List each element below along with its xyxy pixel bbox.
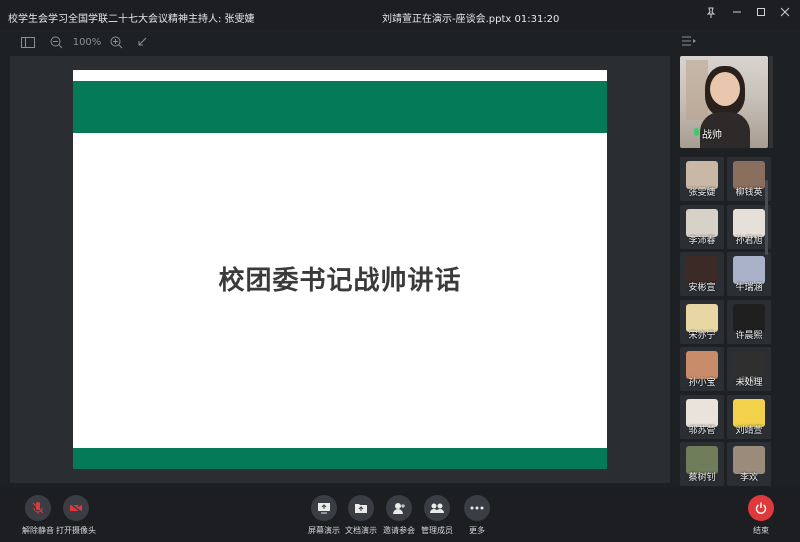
- camera-label: 打开摄像头: [56, 526, 96, 535]
- zoom-level: 100%: [72, 36, 102, 48]
- participant-tile[interactable]: 李欢: [727, 442, 771, 486]
- participant-name: 牛瑞涵: [735, 283, 763, 293]
- participant-tile[interactable]: 宋亦宁: [680, 299, 724, 344]
- participant-name: 李欢: [739, 473, 758, 483]
- presenting-status: 刘靖萱正在演示-座谈会.pptx 01:31:20: [382, 14, 560, 25]
- meeting-title: 校学生会学习全国学联二十七大会议精神: [8, 14, 188, 25]
- power-icon: [748, 495, 774, 521]
- participant-tile[interactable]: 邬苏菅: [680, 394, 724, 439]
- camera-off-icon: [63, 495, 89, 521]
- participant-name: 邬苏菅: [688, 425, 716, 436]
- slide-title: 校团委书记战帅讲话: [218, 266, 462, 296]
- collapse-list-icon[interactable]: [682, 36, 696, 49]
- participant-tile[interactable]: 移彤 未处理: [727, 347, 771, 391]
- zoom-out-icon[interactable]: [48, 34, 64, 50]
- speaker-name: 战帅: [702, 130, 722, 141]
- participant-panel: 战帅 张雯婕 柳钱英 李沛春 孙君旭 安彬宣 牛瑞涵 宋亦宁 许晨熙 孙小宝 移彤 未处理 邬苏菅 刘靖…: [676, 30, 800, 486]
- more-icon: [464, 495, 490, 521]
- pin-icon[interactable]: [702, 5, 720, 19]
- slide-bottom-band: [73, 448, 607, 469]
- participant-tile[interactable]: 刘靖萱: [727, 394, 771, 439]
- more-button[interactable]: 更多: [447, 495, 507, 536]
- participant-name: 蔡树钊: [688, 473, 716, 483]
- participant-name: 安彬宣: [688, 283, 716, 293]
- maximize-icon[interactable]: [752, 5, 770, 19]
- participant-name: 未处理: [735, 378, 763, 388]
- participant-tile[interactable]: 牛瑞涵: [727, 252, 771, 296]
- active-speaker-video[interactable]: 战帅: [680, 56, 768, 148]
- more-label: 更多: [469, 526, 485, 535]
- end-meeting-button[interactable]: 结束: [731, 495, 791, 536]
- slide-top-band: [73, 81, 607, 133]
- participant-tile[interactable]: 蔡树钊: [680, 442, 724, 486]
- bottom-bar: 解除静音 打开摄像头 屏幕演示 文档演示 邀请参会 管理成员 更多 结束: [0, 487, 800, 542]
- end-meeting-label: 结束: [753, 526, 769, 535]
- participant-name: 张雯婕: [688, 188, 716, 198]
- participant-tile[interactable]: 许晨熙: [727, 299, 771, 344]
- speaker-scrollbar[interactable]: [769, 56, 773, 148]
- title-bar: 校学生会学习全国学联二十七大会议精神 主持人: 张雯婕 刘靖萱正在演示-座谈会.…: [0, 0, 800, 30]
- participant-tile[interactable]: 孙小宝: [680, 347, 724, 391]
- camera-button[interactable]: 打开摄像头: [46, 495, 106, 536]
- participant-scrollbar[interactable]: [765, 180, 768, 255]
- participant-name: 孙小宝: [688, 378, 716, 388]
- minimize-icon[interactable]: [728, 5, 746, 19]
- participant-name: 李沛春: [688, 235, 716, 246]
- participant-tile[interactable]: 张雯婕: [680, 157, 724, 201]
- presentation-stage: 校团委书记战帅讲话: [10, 56, 670, 483]
- close-icon[interactable]: [776, 5, 794, 19]
- participant-tile[interactable]: 安彬宣: [680, 252, 724, 296]
- mic-active-icon: [694, 128, 699, 136]
- host-label: 主持人: 张雯婕: [188, 14, 255, 25]
- participant-name: 刘靖萱: [735, 425, 763, 436]
- participant-tile[interactable]: 李沛春: [680, 204, 724, 249]
- participant-name: 宋亦宁: [688, 330, 716, 341]
- exit-fullscreen-icon[interactable]: [134, 34, 150, 50]
- participant-name: 许晨熙: [735, 330, 763, 341]
- slide: 校团委书记战帅讲话: [73, 70, 607, 469]
- sidebar-toggle-icon[interactable]: [20, 34, 36, 50]
- zoom-in-icon[interactable]: [108, 34, 124, 50]
